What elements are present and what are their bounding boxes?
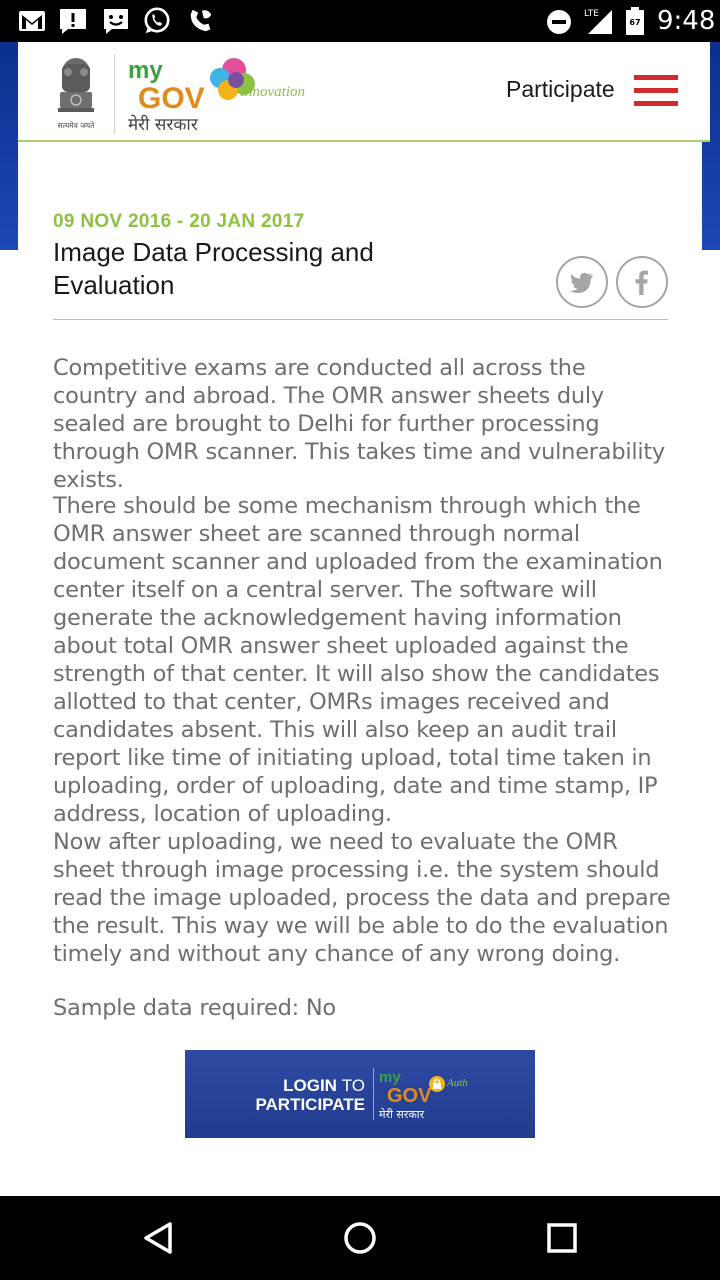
message-icon: [104, 9, 128, 34]
title-divider: [53, 319, 668, 320]
login-to-participate-button[interactable]: LOGIN TO PARTICIPATE my GOV मेरी सरकार A…: [185, 1050, 535, 1138]
logo-text-my: my: [128, 57, 163, 84]
auth-logo-text-my: my: [379, 1069, 401, 1086]
login-button-divider: [373, 1068, 374, 1120]
share-twitter-button[interactable]: [556, 256, 608, 308]
recents-icon[interactable]: [540, 1216, 584, 1260]
hamburger-menu-icon[interactable]: [634, 75, 678, 107]
back-icon[interactable]: [136, 1216, 180, 1260]
battery-level-label: 67: [629, 18, 640, 27]
share-facebook-button[interactable]: [616, 256, 668, 308]
status-bar: LTE 67 9:48: [0, 0, 720, 42]
clock: 9:48: [657, 6, 716, 36]
description-paragraph-1: Competitive exams are conducted all acro…: [53, 355, 665, 493]
logo-text-meri-sarkar: मेरी सरकार: [128, 114, 199, 135]
national-emblem-logo[interactable]: सत्यमेव जयते: [48, 54, 104, 134]
login-label-thin: TO: [341, 1076, 365, 1095]
whatsapp-icon: [144, 7, 170, 34]
description-paragraph-2: There should be some mechanism through w…: [53, 493, 671, 967]
page-title: Image Data Processing and Evaluation: [53, 237, 374, 300]
gmail-icon: [19, 11, 45, 31]
home-icon[interactable]: [338, 1216, 382, 1260]
sample-data-required: Sample data required: No: [53, 995, 336, 1021]
mygov-innovation-logo[interactable]: my GOV मेरी सरकार Innovation: [124, 50, 324, 136]
auth-logo-text-gov: GOV: [387, 1085, 432, 1107]
logo-divider: [114, 54, 115, 134]
mygov-auth-logo: my GOV मेरी सरकार Auth: [379, 1069, 468, 1121]
network-type-label: LTE: [584, 9, 599, 19]
auth-logo-text-auth: Auth: [446, 1077, 468, 1089]
emblem-motto: सत्यमेव जयते: [58, 121, 96, 130]
participate-label[interactable]: Participate: [506, 76, 615, 103]
login-button-label: LOGIN TO PARTICIPATE: [185, 1076, 365, 1114]
signal-icon: LTE: [584, 9, 612, 34]
logo-text-gov: GOV: [138, 82, 205, 115]
page-background-left: [0, 42, 18, 250]
login-label-participate: PARTICIPATE: [255, 1095, 365, 1114]
site-header: सत्यमेव जयते my GOV मेरी सरकार Innovatio…: [18, 42, 710, 142]
task-date-range: 09 NOV 2016 - 20 JAN 2017: [53, 211, 305, 232]
facebook-icon: [635, 270, 648, 295]
auth-logo-text-meri-sarkar: मेरी सरकार: [379, 1108, 425, 1121]
logo-text-innovation: Innovation: [239, 84, 305, 100]
missed-call-icon: [190, 9, 212, 32]
do-not-disturb-icon: [547, 10, 571, 34]
twitter-icon: [570, 272, 593, 294]
battery-icon: 67: [626, 7, 644, 35]
system-navigation-bar: [0, 1196, 720, 1280]
alert-icon: [60, 9, 86, 34]
login-label-bold: LOGIN: [283, 1076, 337, 1095]
